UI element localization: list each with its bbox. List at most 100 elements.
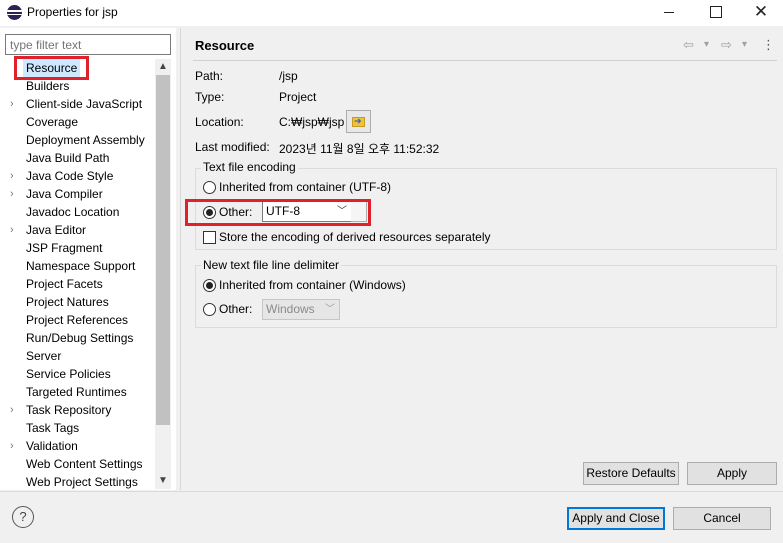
tree-item-project-references[interactable]: Project References: [0, 311, 155, 329]
location-label: Location:: [195, 115, 244, 129]
last-modified-label: Last modified:: [195, 140, 270, 154]
tree-item-server[interactable]: Server: [0, 347, 155, 365]
page-nav: ⇦ ▾ ⇨ ▾ ⋮: [683, 37, 775, 53]
title-bar: Properties for jsp ✕: [0, 0, 783, 26]
eclipse-icon: [7, 5, 22, 20]
tree-item-project-facets[interactable]: Project Facets: [0, 275, 155, 293]
help-icon[interactable]: ?: [12, 506, 34, 528]
tree-item-deployment-assembly[interactable]: Deployment Assembly: [0, 131, 155, 149]
apply-button[interactable]: Apply: [687, 462, 777, 485]
tree-item-label: Project Facets: [26, 277, 103, 291]
forward-menu-chevron-icon[interactable]: ▾: [742, 39, 747, 50]
back-arrow-icon[interactable]: ⇦: [683, 37, 694, 53]
delimiter-inherited-radio[interactable]: [203, 279, 216, 292]
scroll-up-arrow-icon[interactable]: ▲: [155, 59, 171, 75]
highlight-resource: [14, 56, 89, 80]
delimiter-inherited-label[interactable]: Inherited from container (Windows): [219, 278, 406, 292]
tree-item-client-side-javascript[interactable]: › Client-side JavaScript: [0, 95, 155, 113]
tree-item-javadoc-location[interactable]: Javadoc Location: [0, 203, 155, 221]
location-value: C:₩jsp₩jsp: [279, 115, 345, 129]
encoding-inherited-radio[interactable]: [203, 181, 216, 194]
tree-item-label: Javadoc Location: [26, 205, 120, 219]
maximize-button[interactable]: [692, 0, 738, 26]
page-separator: [193, 60, 777, 61]
tree-item-java-code-style[interactable]: › Java Code Style: [0, 167, 155, 185]
restore-defaults-button[interactable]: Restore Defaults: [583, 462, 679, 485]
tree-item-label: Project Natures: [26, 295, 109, 309]
delimiter-other-radio[interactable]: [203, 303, 216, 316]
scroll-down-arrow-icon[interactable]: ▼: [155, 473, 171, 489]
expand-chevron-icon[interactable]: ›: [10, 437, 20, 455]
tree-item-label: JSP Fragment: [26, 241, 103, 255]
scroll-thumb[interactable]: [156, 75, 170, 425]
path-label: Path:: [195, 69, 224, 83]
tree-item-targeted-runtimes[interactable]: Targeted Runtimes: [0, 383, 155, 401]
tree-item-java-build-path[interactable]: Java Build Path: [0, 149, 155, 167]
tree-item-service-policies[interactable]: Service Policies: [0, 365, 155, 383]
tree-item-label: Coverage: [26, 115, 79, 129]
delimiter-select-value: Windows: [266, 302, 315, 316]
delimiter-select: Windows ﹀: [262, 299, 340, 320]
store-encoding-label[interactable]: Store the encoding of derived resources …: [219, 230, 491, 244]
tree-item-label: Java Build Path: [26, 151, 110, 165]
dialog-button-bar: [0, 491, 783, 543]
encoding-group-title: Text file encoding: [201, 160, 298, 174]
tree-item-label: Java Compiler: [26, 187, 103, 201]
tree-item-label: Java Code Style: [26, 169, 114, 183]
tree-item-label: Task Tags: [26, 421, 80, 435]
expand-chevron-icon[interactable]: ›: [10, 95, 20, 113]
apply-and-close-button[interactable]: Apply and Close: [567, 507, 665, 530]
arrow-icon: ➔: [354, 116, 362, 126]
tree-item-label: Deployment Assembly: [26, 133, 145, 147]
highlight-encoding-other: [185, 199, 371, 226]
tree-item-label: Task Repository: [26, 403, 112, 417]
minimize-button[interactable]: [646, 0, 692, 26]
type-value: Project: [279, 90, 317, 104]
tree-item-label: Web Content Settings: [26, 457, 143, 471]
tree-item-java-compiler[interactable]: › Java Compiler: [0, 185, 155, 203]
last-modified-value: 2023년 11월 8일 오후 11:52:32: [279, 142, 440, 156]
pane-divider[interactable]: [180, 28, 181, 490]
expand-chevron-icon[interactable]: ›: [10, 221, 20, 239]
tree-item-namespace-support[interactable]: Namespace Support: [0, 257, 155, 275]
tree-item-label: Java Editor: [26, 223, 87, 237]
expand-chevron-icon[interactable]: ›: [10, 185, 20, 203]
tree-item-label: Client-side JavaScript: [26, 97, 143, 111]
tree-item-label: Server: [26, 349, 62, 363]
forward-arrow-icon[interactable]: ⇨: [721, 37, 732, 53]
tree-item-task-tags[interactable]: Task Tags: [0, 419, 155, 437]
window-title: Properties for jsp: [27, 5, 118, 19]
tree-item-label: Targeted Runtimes: [26, 385, 127, 399]
tree-item-web-content-settings[interactable]: Web Content Settings: [0, 455, 155, 473]
delimiter-other-label[interactable]: Other:: [219, 302, 252, 316]
path-value: /jsp: [279, 69, 298, 83]
chevron-down-icon: ﹀: [325, 304, 335, 315]
cancel-button[interactable]: Cancel: [673, 507, 771, 530]
tree-item-run-debug-settings[interactable]: Run/Debug Settings: [0, 329, 155, 347]
tree-item-validation[interactable]: › Validation: [0, 437, 155, 455]
view-menu-icon[interactable]: ⋮: [762, 37, 775, 53]
tree-item-label: Validation: [26, 439, 78, 453]
expand-chevron-icon[interactable]: ›: [10, 401, 20, 419]
store-encoding-checkbox[interactable]: [203, 231, 216, 244]
tree-item-project-natures[interactable]: Project Natures: [0, 293, 155, 311]
tree-item-java-editor[interactable]: › Java Editor: [0, 221, 155, 239]
tree-scrollbar[interactable]: ▲ ▼: [155, 59, 171, 489]
tree-item-task-repository[interactable]: › Task Repository: [0, 401, 155, 419]
expand-chevron-icon[interactable]: ›: [10, 167, 20, 185]
tree-item-label: Project References: [26, 313, 129, 327]
tree-item-jsp-fragment[interactable]: JSP Fragment: [0, 239, 155, 257]
tree-item-coverage[interactable]: Coverage: [0, 113, 155, 131]
type-label: Type:: [195, 90, 225, 104]
tree-item-label: Run/Debug Settings: [26, 331, 134, 345]
filter-input[interactable]: [5, 34, 171, 55]
tree-item-label: Service Policies: [26, 367, 111, 381]
tree-item-web-project-settings[interactable]: Web Project Settings: [0, 473, 155, 491]
tree-item-label: Namespace Support: [26, 259, 136, 273]
close-button[interactable]: ✕: [738, 0, 783, 26]
encoding-inherited-label[interactable]: Inherited from container (UTF-8): [219, 180, 391, 194]
tree-item-label: Web Project Settings: [26, 475, 138, 489]
back-menu-chevron-icon[interactable]: ▾: [704, 39, 709, 50]
show-in-explorer-button[interactable]: ➔: [346, 110, 371, 133]
page-title: Resource: [195, 38, 255, 53]
